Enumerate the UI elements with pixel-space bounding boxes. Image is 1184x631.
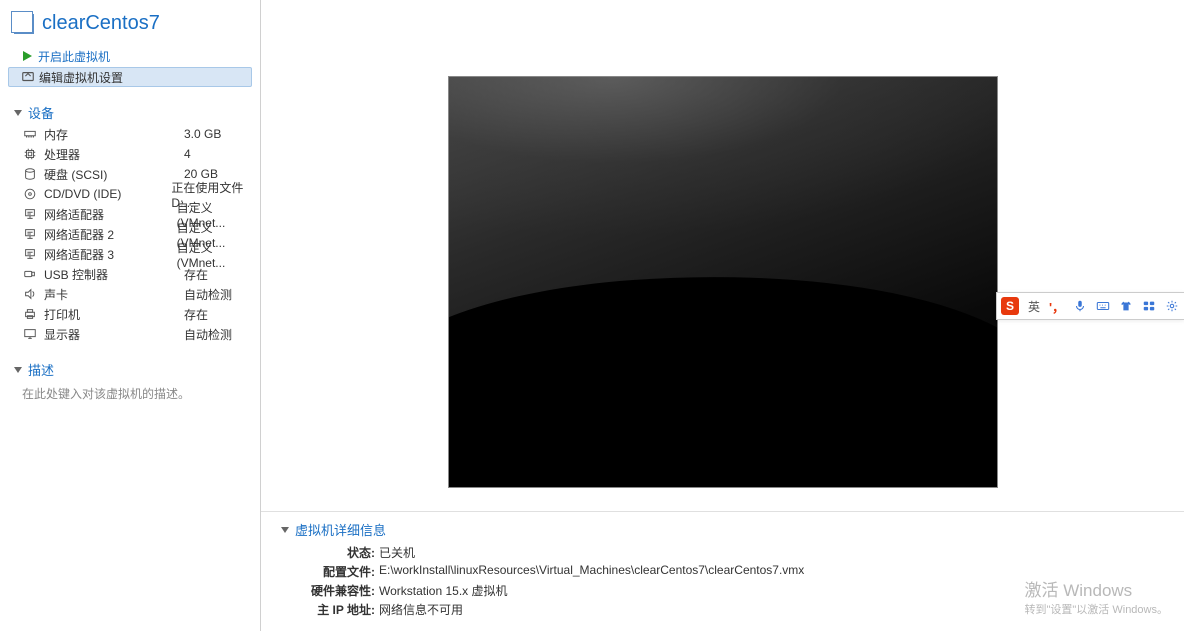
preview-area xyxy=(261,0,1184,511)
device-name: 内存 xyxy=(44,126,184,143)
display-icon xyxy=(22,327,38,341)
device-name: 网络适配器 xyxy=(44,206,177,223)
description-input[interactable]: 在此处键入对该虚拟机的描述。 xyxy=(0,381,260,402)
device-value: 3.0 GB xyxy=(184,127,221,141)
detail-value: Workstation 15.x 虚拟机 xyxy=(379,582,508,599)
detail-row: 状态:已关机 xyxy=(281,543,1164,562)
device-row[interactable]: 网络适配器 3自定义 (VMnet... xyxy=(0,244,260,264)
vm-title-row: clearCentos7 xyxy=(0,8,260,45)
description-section-header[interactable]: 描述 xyxy=(0,354,260,381)
usb-icon xyxy=(22,267,38,281)
device-value: 4 xyxy=(184,147,191,161)
power-on-vm-button[interactable]: 开启此虚拟机 xyxy=(8,46,252,66)
toolbox-icon[interactable] xyxy=(1141,298,1157,314)
net-icon xyxy=(22,227,38,241)
sound-icon xyxy=(22,287,38,301)
device-value: 存在 xyxy=(184,306,208,323)
device-name: 网络适配器 2 xyxy=(44,226,177,243)
detail-value: E:\workInstall\linuxResources\Virtual_Ma… xyxy=(379,563,804,580)
details-header[interactable]: 虚拟机详细信息 xyxy=(281,520,1164,539)
sogou-icon[interactable]: S xyxy=(1001,297,1019,315)
description-title: 描述 xyxy=(28,360,54,379)
play-icon xyxy=(20,49,34,63)
chevron-down-icon xyxy=(281,527,289,533)
detail-label: 主 IP 地址: xyxy=(301,601,375,618)
device-name: 打印机 xyxy=(44,306,184,323)
details-title: 虚拟机详细信息 xyxy=(295,520,386,539)
devices-section-header[interactable]: 设备 xyxy=(0,97,260,124)
ime-punct-button[interactable]: '， xyxy=(1049,298,1065,314)
gear-icon[interactable] xyxy=(1164,298,1180,314)
skin-icon[interactable] xyxy=(1118,298,1134,314)
device-name: 处理器 xyxy=(44,146,184,163)
device-name: 网络适配器 3 xyxy=(44,246,177,263)
device-row[interactable]: 内存3.0 GB xyxy=(0,124,260,144)
detail-label: 硬件兼容性: xyxy=(301,582,375,599)
device-name: CD/DVD (IDE) xyxy=(44,187,171,201)
watermark-subtitle: 转到"设置"以激活 Windows。 xyxy=(1025,601,1169,617)
windows-activation-watermark: 激活 Windows 转到"设置"以激活 Windows。 xyxy=(1025,576,1169,617)
device-row[interactable]: 打印机存在 xyxy=(0,304,260,324)
watermark-title: 激活 Windows xyxy=(1025,576,1169,601)
device-row[interactable]: 处理器4 xyxy=(0,144,260,164)
device-name: 硬盘 (SCSI) xyxy=(44,166,184,183)
device-name: 声卡 xyxy=(44,286,184,303)
vm-console-preview[interactable] xyxy=(448,76,998,488)
net-icon xyxy=(22,247,38,261)
device-value: 自动检测 xyxy=(184,326,232,343)
device-value: 自动检测 xyxy=(184,286,232,303)
net-icon xyxy=(22,207,38,221)
device-name: USB 控制器 xyxy=(44,266,184,283)
cd-icon xyxy=(22,187,38,201)
device-name: 显示器 xyxy=(44,326,184,343)
cpu-icon xyxy=(22,147,38,161)
edit-settings-label: 编辑虚拟机设置 xyxy=(39,69,123,86)
keyboard-icon[interactable] xyxy=(1095,298,1111,314)
disk-icon xyxy=(22,167,38,181)
chevron-down-icon xyxy=(14,110,22,116)
detail-label: 状态: xyxy=(301,544,375,561)
devices-list: 内存3.0 GB处理器4硬盘 (SCSI)20 GBCD/DVD (IDE)正在… xyxy=(0,124,260,344)
ime-toolbar[interactable]: S 英 '， xyxy=(996,292,1184,320)
devices-title: 设备 xyxy=(28,103,54,122)
microphone-icon[interactable] xyxy=(1072,298,1088,314)
vm-icon xyxy=(14,14,34,34)
printer-icon xyxy=(22,307,38,321)
memory-icon xyxy=(22,127,38,141)
power-on-label: 开启此虚拟机 xyxy=(38,48,110,65)
device-row[interactable]: 声卡自动检测 xyxy=(0,284,260,304)
detail-label: 配置文件: xyxy=(301,563,375,580)
chevron-down-icon xyxy=(14,367,22,373)
detail-value: 已关机 xyxy=(379,544,415,561)
vm-title: clearCentos7 xyxy=(42,12,160,35)
edit-vm-settings-button[interactable]: 编辑虚拟机设置 xyxy=(8,67,252,87)
ime-lang-button[interactable]: 英 xyxy=(1026,298,1042,314)
detail-value: 网络信息不可用 xyxy=(379,601,463,618)
device-row[interactable]: 显示器自动检测 xyxy=(0,324,260,344)
wrench-icon xyxy=(21,70,35,84)
vm-sidebar: clearCentos7 开启此虚拟机 编辑虚拟机设置 设备 内存3.0 GB处… xyxy=(0,0,260,631)
device-value: 存在 xyxy=(184,266,208,283)
